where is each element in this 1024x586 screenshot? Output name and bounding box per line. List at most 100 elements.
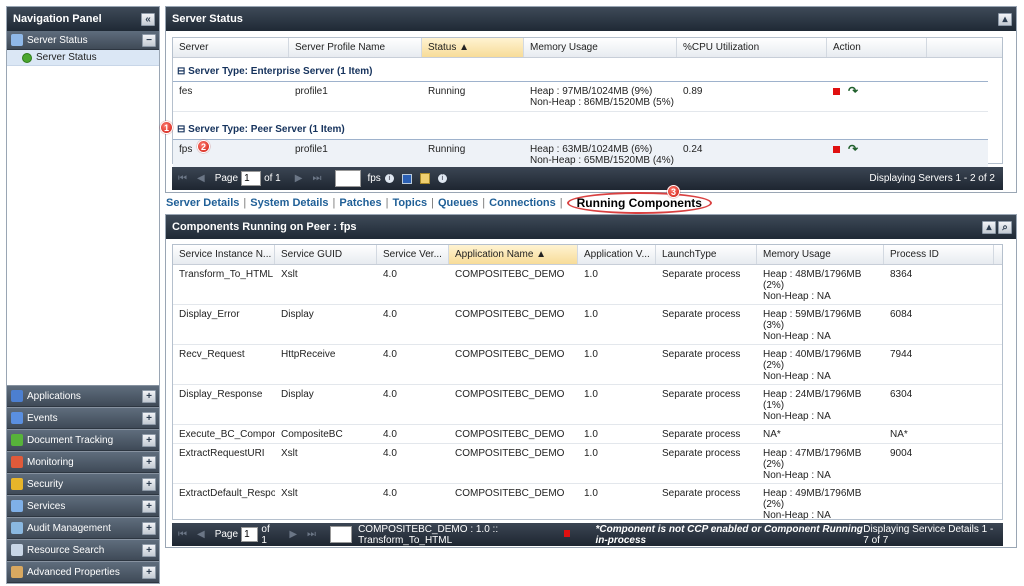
next-page-icon[interactable]: ▶ <box>289 529 297 540</box>
table-row[interactable]: fes profile1 Running Heap : 97MB/1024MB … <box>173 82 988 112</box>
name-cell: Display_Response <box>179 389 263 400</box>
guid-cell: Xslt <box>281 269 298 280</box>
filter-input[interactable] <box>330 526 353 543</box>
nav-section-events[interactable]: Events + <box>7 407 159 429</box>
collapse-section-icon[interactable]: − <box>142 33 156 47</box>
last-page-icon[interactable]: ⏭ <box>312 173 321 184</box>
nav-section-security[interactable]: Security + <box>7 473 159 495</box>
tab-patches[interactable]: Patches <box>339 197 381 209</box>
name-cell: ExtractRequestURI <box>179 448 265 459</box>
server-count-text: Displaying Servers 1 - 2 of 2 <box>869 173 995 184</box>
nav-section-advanced-properties[interactable]: Advanced Properties + <box>7 561 159 583</box>
tab-topics[interactable]: Topics <box>392 197 427 209</box>
first-page-icon[interactable]: ⏮ <box>178 173 187 184</box>
prev-page-icon[interactable]: ◀ <box>197 173 205 184</box>
table-row[interactable]: ExtractRequestURI Xslt 4.0 COMPOSITEBC_DEMO… <box>173 444 1002 484</box>
column-header[interactable]: Server <box>173 38 289 57</box>
expand-section-icon[interactable]: + <box>142 455 156 469</box>
appv-cell: 1.0 <box>584 269 598 280</box>
nav-section-label: Document Tracking <box>27 434 114 446</box>
column-header[interactable]: Application V... <box>578 245 656 264</box>
first-page-icon[interactable]: ⏮ <box>178 529 187 540</box>
restore-icon[interactable]: ▴ <box>982 220 996 234</box>
column-header[interactable]: Memory Usage <box>524 38 677 57</box>
expand-section-icon[interactable]: + <box>142 477 156 491</box>
table-row[interactable]: Execute_BC_Compon CompositeBC 4.0 COMPOSITE… <box>173 425 1002 444</box>
table-row[interactable]: ExtractDefault_Respo Xslt 4.0 COMPOSITEBC_D… <box>173 484 1002 524</box>
cpu-cell: 0.89 <box>683 86 703 97</box>
save-icon[interactable] <box>401 173 412 184</box>
restart-server-icon[interactable]: ↷ <box>848 85 858 97</box>
nav-section-services[interactable]: Services + <box>7 495 159 517</box>
restart-server-icon[interactable]: ↷ <box>848 143 858 155</box>
column-header[interactable]: Service Instance N... <box>173 245 275 264</box>
nav-section-label: Server Status <box>27 34 88 46</box>
nav-section-label: Audit Management <box>27 522 111 534</box>
expand-section-icon[interactable]: + <box>142 499 156 513</box>
table-row[interactable]: Recv_Request HttpReceive 4.0 COMPOSITEBC_DE… <box>173 345 1002 385</box>
tab-connections[interactable]: Connections <box>489 197 556 209</box>
nav-item-server-status[interactable]: Server Status <box>7 50 159 66</box>
expand-section-icon[interactable]: + <box>142 543 156 557</box>
column-header[interactable]: Status ▲ <box>422 38 524 57</box>
app-cell: COMPOSITEBC_DEMO <box>455 269 565 280</box>
mem-cell: Heap : 48MB/1796MB (2%) Non-Heap : NA <box>757 265 884 304</box>
mem-cell: NA* <box>757 425 884 443</box>
expand-section-icon[interactable]: + <box>142 389 156 403</box>
guid-cell: Display <box>281 389 314 400</box>
table-row[interactable]: fps profile1 Running Heap : 63MB/1024MB … <box>173 140 988 168</box>
appv-cell: 1.0 <box>584 389 598 400</box>
group-header-peer[interactable]: ⊟ Server Type: Peer Server (1 Item) <box>173 120 988 140</box>
column-header[interactable]: Process ID <box>884 245 994 264</box>
table-row[interactable]: Transform_To_HTML Xslt 4.0 COMPOSITEBC_DEMO… <box>173 265 1002 305</box>
filter-input[interactable] <box>335 170 362 187</box>
column-header[interactable]: Service GUID <box>275 245 377 264</box>
guid-cell: Xslt <box>281 448 298 459</box>
maximize-icon[interactable]: ▴ <box>998 12 1012 26</box>
collapse-panel-icon[interactable]: « <box>141 12 155 26</box>
expand-section-icon[interactable]: + <box>142 433 156 447</box>
prev-page-icon[interactable]: ◀ <box>197 529 205 540</box>
nav-section-monitoring[interactable]: Monitoring + <box>7 451 159 473</box>
table-row[interactable]: Display_Response Display 4.0 COMPOSITEBC_DE… <box>173 385 1002 425</box>
column-header[interactable]: Service Ver... <box>377 245 449 264</box>
tab-running-components[interactable]: Running Components <box>566 192 712 214</box>
nav-section-server-status[interactable]: Server Status − <box>7 31 159 50</box>
nav-section-applications[interactable]: Applications + <box>7 385 159 407</box>
search-icon[interactable]: ⌕ <box>998 220 1012 234</box>
table-row[interactable]: Display_Error Display 4.0 COMPOSITEBC_DEMO 1… <box>173 305 1002 345</box>
page-input[interactable]: 1 <box>241 527 259 542</box>
expand-section-icon[interactable]: + <box>142 565 156 579</box>
stop-component-icon[interactable] <box>563 530 570 537</box>
next-page-icon[interactable]: ▶ <box>295 173 303 184</box>
help-icon[interactable]: i <box>437 174 447 183</box>
ver-cell: 4.0 <box>383 389 397 400</box>
tab-separator: | <box>332 197 336 209</box>
server-pager: ⏮ ◀ Page 1 of 1 ▶ ⏭ fps i i Displaying S… <box>172 167 1003 190</box>
nav-section-resource-search[interactable]: Resource Search + <box>7 539 159 561</box>
column-header[interactable]: Server Profile Name <box>289 38 422 57</box>
launch-cell: Separate process <box>662 488 741 499</box>
stop-server-icon[interactable] <box>833 146 840 153</box>
column-header[interactable]: Action <box>827 38 927 57</box>
column-header[interactable]: Memory Usage <box>757 245 884 264</box>
tab-queues[interactable]: Queues <box>438 197 478 209</box>
expand-section-icon[interactable]: + <box>142 411 156 425</box>
nav-section-audit-management[interactable]: Audit Management + <box>7 517 159 539</box>
expand-section-icon[interactable]: + <box>142 521 156 535</box>
column-header[interactable]: Application Name ▲ <box>449 245 578 264</box>
column-header[interactable]: LaunchType <box>656 245 757 264</box>
tab-system-details[interactable]: System Details <box>250 197 328 209</box>
last-page-icon[interactable]: ⏭ <box>307 529 316 540</box>
nav-section-document-tracking[interactable]: Document Tracking + <box>7 429 159 451</box>
group-label: Server Type: Enterprise Server (1 Item) <box>188 66 373 77</box>
report-icon[interactable] <box>419 173 430 184</box>
heap-usage: Heap : 97MB/1024MB (9%) <box>530 86 653 97</box>
tab-server-details[interactable]: Server Details <box>166 197 239 209</box>
group-header-enterprise[interactable]: ⊟ Server Type: Enterprise Server (1 Item… <box>173 62 988 82</box>
column-header[interactable]: %CPU Utilization <box>677 38 827 57</box>
page-input[interactable]: 1 <box>241 171 262 186</box>
stop-server-icon[interactable] <box>833 88 840 95</box>
info-icon[interactable]: i <box>384 174 394 183</box>
ver-cell: 4.0 <box>383 349 397 360</box>
